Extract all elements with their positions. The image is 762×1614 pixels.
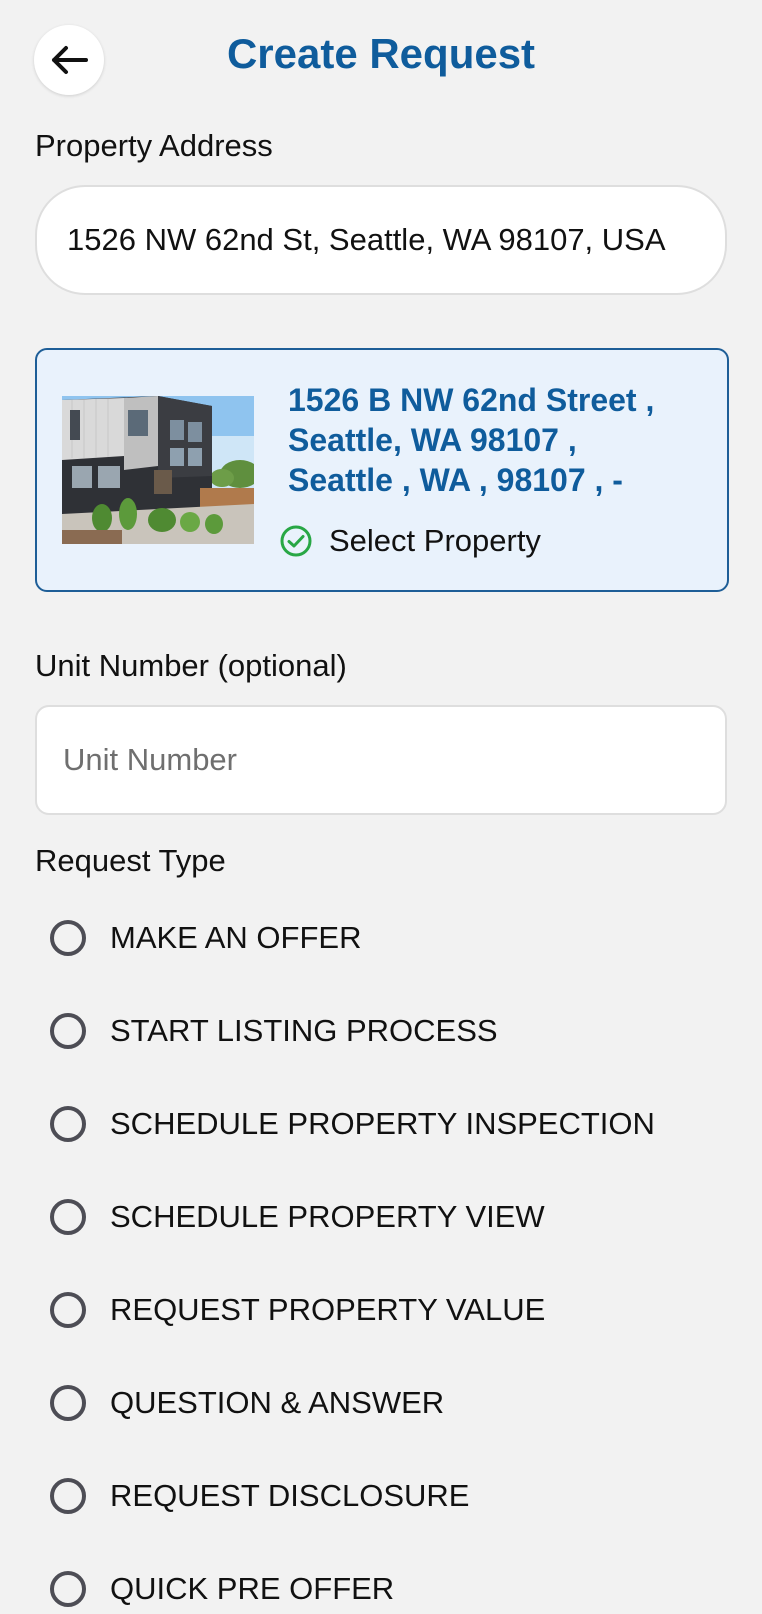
radio-option-request-property-value[interactable]: REQUEST PROPERTY VALUE <box>50 1285 545 1335</box>
property-address-line: Seattle , WA , 98107 , - <box>288 462 623 498</box>
radio-option-label: REQUEST PROPERTY VALUE <box>110 1292 546 1327</box>
radio-option-question-and-answer[interactable]: QUESTION & ANSWER <box>50 1378 444 1428</box>
radio-option-schedule-property-inspection[interactable]: SCHEDULE PROPERTY INSPECTION <box>50 1099 655 1149</box>
radio-option-label: REQUEST DISCLOSURE <box>110 1478 470 1513</box>
unit-number-input[interactable] <box>61 741 725 779</box>
select-property-label: Select Property <box>329 523 541 558</box>
property-address-line: 1526 B NW 62nd Street , <box>288 382 655 418</box>
radio-option-start-listing-process[interactable]: START LISTING PROCESS <box>50 1006 498 1056</box>
radio-option-label: SCHEDULE PROPERTY INSPECTION <box>110 1106 655 1141</box>
radio-option-schedule-property-view[interactable]: SCHEDULE PROPERTY VIEW <box>50 1192 545 1242</box>
radio-option-label: QUICK PRE OFFER <box>110 1571 395 1606</box>
page-title: Create Request <box>226 30 536 77</box>
property-address-input[interactable] <box>65 221 725 259</box>
radio-option-label: QUESTION & ANSWER <box>110 1385 445 1420</box>
unit-number-field[interactable] <box>35 705 727 815</box>
property-suggestion-card[interactable]: 1526 B NW 62nd Street , Seattle, WA 9810… <box>35 348 729 592</box>
radio-option-quick-pre-offer[interactable]: QUICK PRE OFFER <box>50 1564 394 1614</box>
radio-option-request-disclosure[interactable]: REQUEST DISCLOSURE <box>50 1471 469 1521</box>
radio-option-make-an-offer[interactable]: MAKE AN OFFER <box>50 913 361 963</box>
radio-button[interactable] <box>50 1478 86 1514</box>
request-type-label: Request Type <box>35 843 226 878</box>
radio-option-label: START LISTING PROCESS <box>110 1013 498 1048</box>
radio-option-label: MAKE AN OFFER <box>110 920 362 955</box>
property-address-label: Property Address <box>35 128 273 163</box>
property-address-text: 1526 B NW 62nd Street , Seattle, WA 9810… <box>288 380 708 500</box>
radio-button[interactable] <box>50 1292 86 1328</box>
radio-button[interactable] <box>50 1199 86 1235</box>
check-circle-icon <box>280 525 312 557</box>
header: Create Request <box>0 0 762 120</box>
unit-number-label: Unit Number (optional) <box>35 648 347 683</box>
radio-button[interactable] <box>50 1571 86 1607</box>
property-address-field[interactable] <box>35 185 727 295</box>
radio-button[interactable] <box>50 1385 86 1421</box>
radio-option-label: SCHEDULE PROPERTY VIEW <box>110 1199 545 1234</box>
property-address-line: Seattle, WA 98107 , <box>288 422 577 458</box>
radio-button[interactable] <box>50 920 86 956</box>
select-property-button[interactable]: Select Property <box>279 523 541 559</box>
radio-button[interactable] <box>50 1013 86 1049</box>
radio-button[interactable] <box>50 1106 86 1142</box>
property-photo <box>62 396 254 544</box>
